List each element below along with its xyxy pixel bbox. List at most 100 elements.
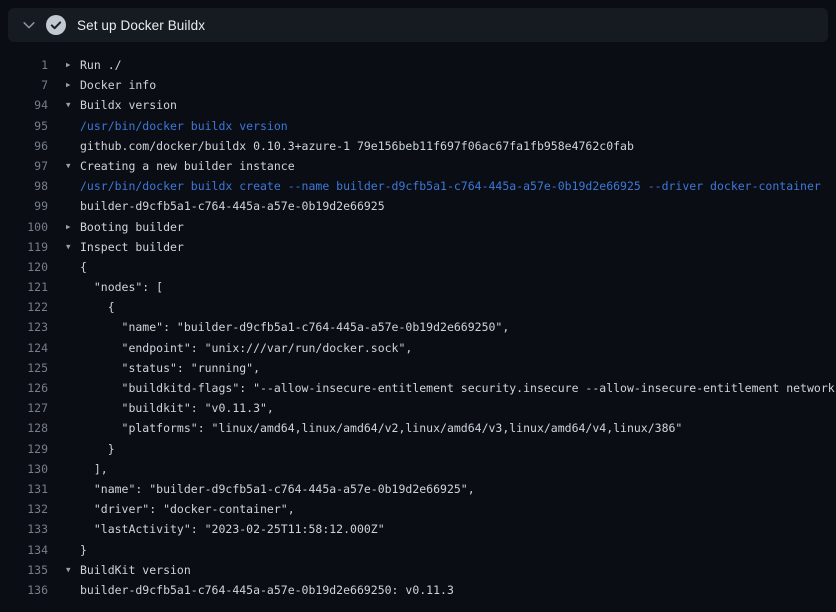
group-title: Run ./ — [80, 55, 122, 75]
line-number[interactable]: 121 — [0, 277, 48, 297]
output-text: "nodes": [ — [80, 277, 163, 297]
log-line: 98/usr/bin/docker buildx create --name b… — [0, 176, 836, 196]
line-number[interactable]: 131 — [0, 479, 48, 499]
line-number[interactable]: 122 — [0, 297, 48, 317]
gutter-spacer — [66, 317, 80, 337]
line-number[interactable]: 134 — [0, 540, 48, 560]
gutter-spacer — [66, 439, 80, 459]
line-number[interactable]: 133 — [0, 519, 48, 539]
log-group-row[interactable]: 97▼Creating a new builder instance — [0, 156, 836, 176]
group-title: BuildKit version — [80, 560, 191, 580]
gutter-spacer — [66, 136, 80, 156]
gutter-spacer — [66, 519, 80, 539]
gutter-spacer — [66, 378, 80, 398]
line-number[interactable]: 135 — [0, 560, 48, 580]
line-number[interactable]: 119 — [0, 237, 48, 257]
gutter-spacer — [66, 257, 80, 277]
output-text: github.com/docker/buildx 0.10.3+azure-1 … — [80, 136, 634, 156]
output-text: "endpoint": "unix:///var/run/docker.sock… — [80, 338, 412, 358]
output-text: builder-d9cfb5a1-c764-445a-a57e-0b19d2e6… — [80, 580, 454, 600]
log-group-row[interactable]: 135 ▼BuildKit version — [0, 560, 836, 580]
line-number[interactable]: 99 — [0, 196, 48, 216]
gutter-spacer — [66, 398, 80, 418]
output-text: "name": "builder-d9cfb5a1-c764-445a-a57e… — [80, 317, 509, 337]
group-expand-icon[interactable]: ▶ — [66, 217, 80, 237]
log-group-row[interactable]: 7 ▶Docker info — [0, 75, 836, 95]
output-text: { — [80, 257, 87, 277]
gutter-spacer — [66, 499, 80, 519]
output-text: ], — [80, 459, 108, 479]
line-number[interactable]: 94 — [0, 95, 48, 115]
log-line: 125 "status": "running", — [0, 358, 836, 378]
group-collapse-icon[interactable]: ▼ — [66, 237, 80, 257]
output-text: } — [80, 540, 87, 560]
line-number[interactable]: 97 — [0, 156, 48, 176]
group-collapse-icon[interactable]: ▼ — [66, 95, 80, 115]
log-line: 134} — [0, 540, 836, 560]
line-number[interactable]: 129 — [0, 439, 48, 459]
group-expand-icon[interactable]: ▶ — [66, 75, 80, 95]
log-group-row[interactable]: 119 ▼Inspect builder — [0, 237, 836, 257]
gutter-spacer — [66, 418, 80, 438]
log-lines: 1▶Run ./7▶Docker info94▼Buildx version95… — [0, 55, 836, 600]
output-text: "lastActivity": "2023-02-25T11:58:12.000… — [80, 519, 385, 539]
command-text: /usr/bin/docker buildx create --name bui… — [80, 176, 821, 196]
group-collapse-icon[interactable]: ▼ — [66, 560, 80, 580]
line-number[interactable]: 120 — [0, 257, 48, 277]
line-number[interactable]: 128 — [0, 418, 48, 438]
log-line: 122 { — [0, 297, 836, 317]
command-text: /usr/bin/docker buildx version — [80, 116, 288, 136]
log-line: 126 "buildkitd-flags": "--allow-insecure… — [0, 378, 836, 398]
group-title: Inspect builder — [80, 237, 184, 257]
output-text: "buildkitd-flags": "--allow-insecure-ent… — [80, 378, 836, 398]
gutter-spacer — [66, 116, 80, 136]
gutter-spacer — [66, 358, 80, 378]
log-line: 133 "lastActivity": "2023-02-25T11:58:12… — [0, 519, 836, 539]
gutter-spacer — [66, 297, 80, 317]
gutter-spacer — [66, 540, 80, 560]
chevron-down-icon[interactable] — [20, 16, 38, 34]
log-line: 129 } — [0, 439, 836, 459]
log-viewer: 1▶Run ./7▶Docker info94▼Buildx version95… — [0, 42, 836, 600]
output-text: { — [80, 297, 115, 317]
log-line: 95/usr/bin/docker buildx version — [0, 116, 836, 136]
gutter-spacer — [66, 338, 80, 358]
line-number[interactable]: 125 — [0, 358, 48, 378]
gutter-spacer — [66, 277, 80, 297]
output-text: } — [80, 439, 115, 459]
group-collapse-icon[interactable]: ▼ — [66, 156, 80, 176]
line-number[interactable]: 136 — [0, 580, 48, 600]
step-title: Set up Docker Buildx — [77, 18, 205, 33]
line-number[interactable]: 123 — [0, 317, 48, 337]
gutter-spacer — [66, 196, 80, 216]
group-title: Docker info — [80, 75, 156, 95]
log-line: 131 "name": "builder-d9cfb5a1-c764-445a-… — [0, 479, 836, 499]
line-number[interactable]: 130 — [0, 459, 48, 479]
output-text: "status": "running", — [80, 358, 260, 378]
check-circle-icon — [46, 15, 66, 35]
group-title: Booting builder — [80, 217, 184, 237]
line-number[interactable]: 127 — [0, 398, 48, 418]
step-header[interactable]: Set up Docker Buildx — [8, 8, 828, 42]
log-line: 127 "buildkit": "v0.11.3", — [0, 398, 836, 418]
gutter-spacer — [66, 580, 80, 600]
line-number[interactable]: 124 — [0, 338, 48, 358]
line-number[interactable]: 95 — [0, 116, 48, 136]
output-text: "name": "builder-d9cfb5a1-c764-445a-a57e… — [80, 479, 475, 499]
line-number[interactable]: 126 — [0, 378, 48, 398]
log-group-row[interactable]: 94▼Buildx version — [0, 95, 836, 115]
group-expand-icon[interactable]: ▶ — [66, 55, 80, 75]
log-line: 124 "endpoint": "unix:///var/run/docker.… — [0, 338, 836, 358]
line-number[interactable]: 1 — [0, 55, 48, 75]
log-group-row[interactable]: 100 ▶Booting builder — [0, 217, 836, 237]
log-line: 99builder-d9cfb5a1-c764-445a-a57e-0b19d2… — [0, 196, 836, 216]
line-number[interactable]: 100 — [0, 217, 48, 237]
line-number[interactable]: 7 — [0, 75, 48, 95]
gutter-spacer — [66, 459, 80, 479]
line-number[interactable]: 96 — [0, 136, 48, 156]
line-number[interactable]: 98 — [0, 176, 48, 196]
log-line: 128 "platforms": "linux/amd64,linux/amd6… — [0, 418, 836, 438]
log-group-row[interactable]: 1 ▶Run ./ — [0, 55, 836, 75]
log-line: 136 builder-d9cfb5a1-c764-445a-a57e-0b19d… — [0, 580, 836, 600]
line-number[interactable]: 132 — [0, 499, 48, 519]
